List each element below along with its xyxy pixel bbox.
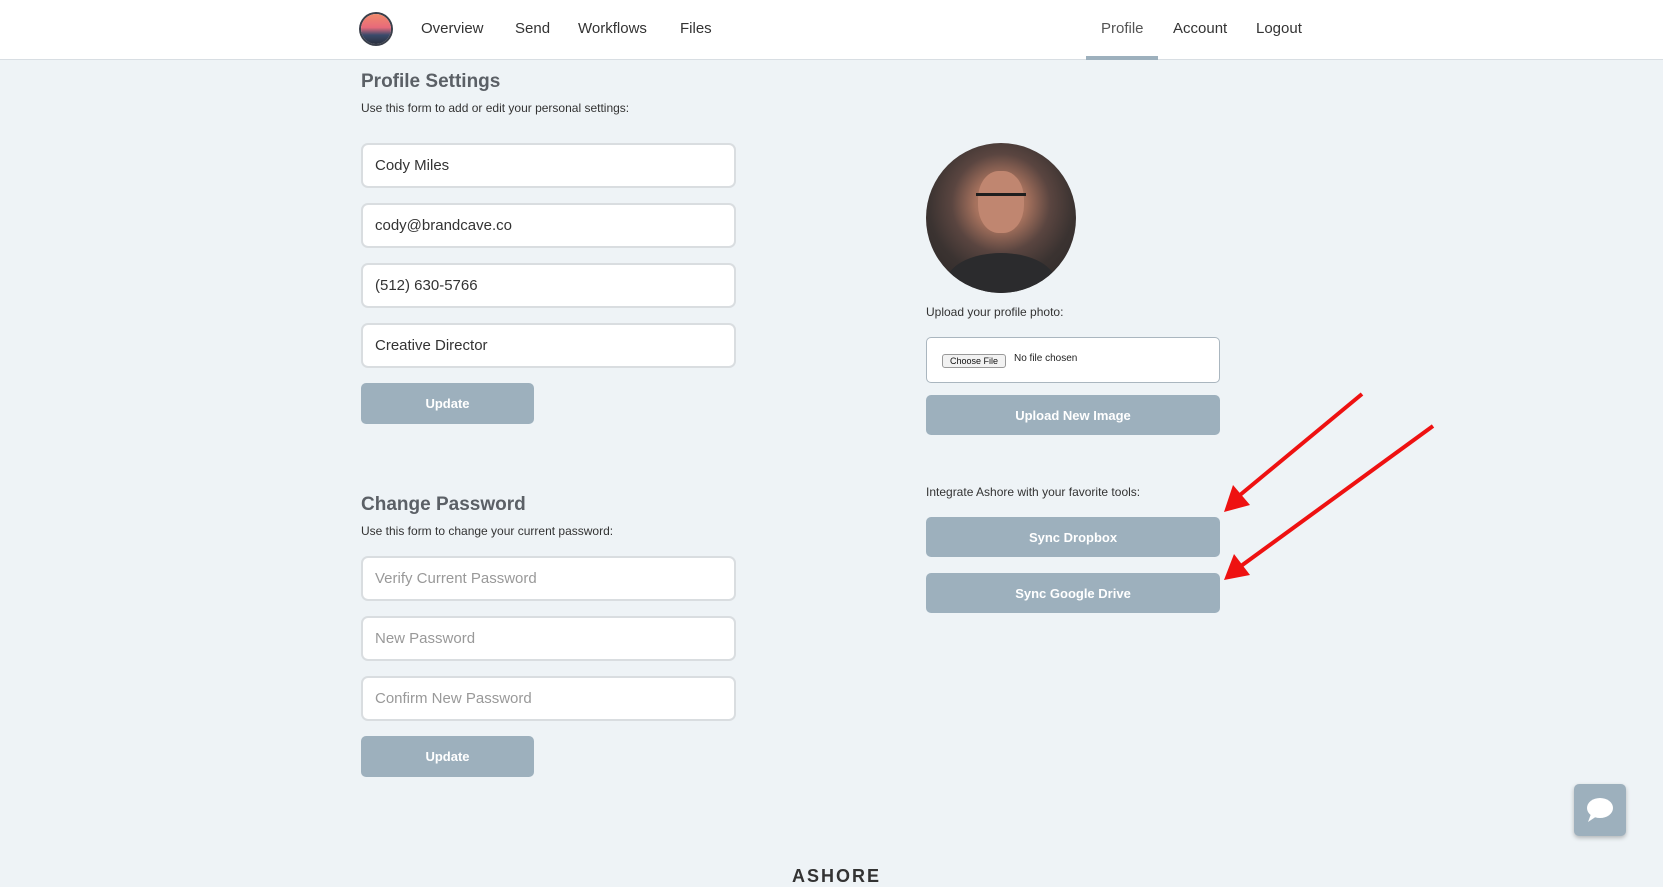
chat-bubble-icon bbox=[1587, 798, 1613, 822]
arrow-to-google-drive-icon bbox=[1224, 424, 1435, 580]
annotation-arrows bbox=[1224, 392, 1435, 580]
chat-widget-button[interactable] bbox=[1574, 784, 1626, 836]
footer-logo: ASHORE bbox=[792, 866, 882, 886]
